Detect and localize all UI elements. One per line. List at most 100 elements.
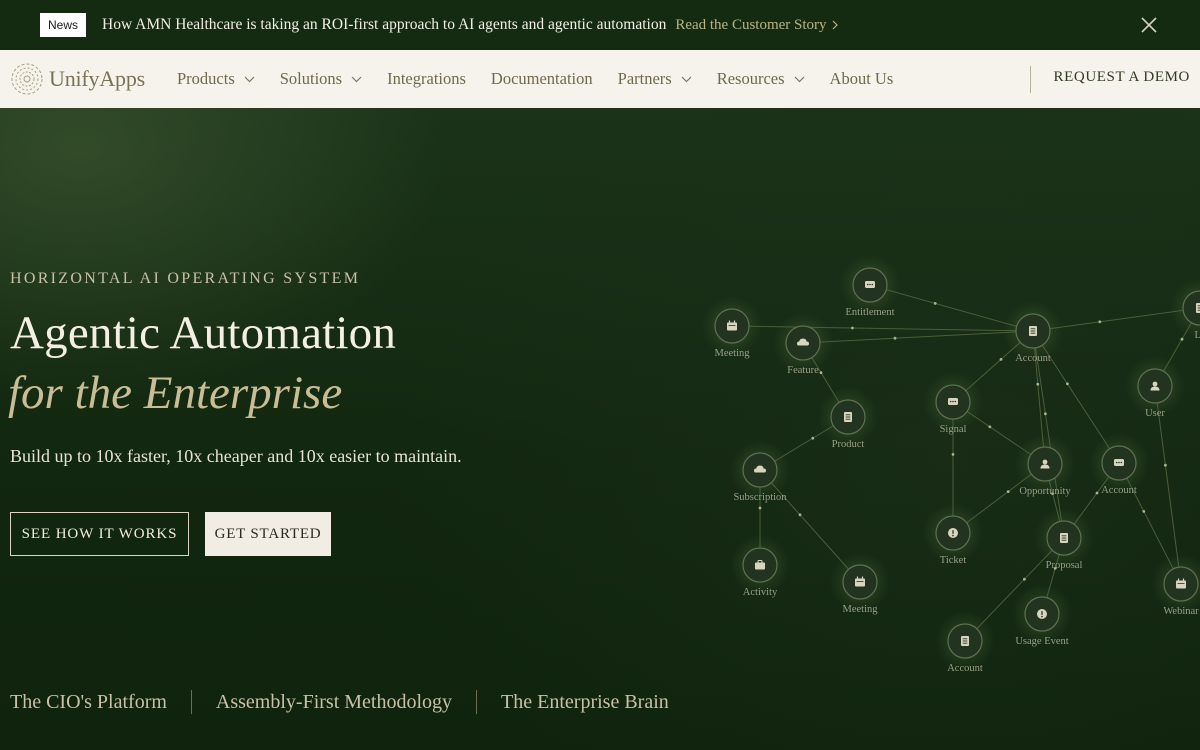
graph-node-user: User <box>1125 356 1185 419</box>
chevron-down-icon <box>681 76 692 82</box>
graph-node-label: Entitlement <box>846 307 895 318</box>
knowledge-graph: Entitlement Meeting Feature Account Le User Si… <box>702 255 1200 674</box>
nav-item-label: Products <box>176 69 235 88</box>
chat-icon <box>1114 459 1124 466</box>
feature-links: The CIO's Platform Assembly-First Method… <box>10 690 669 714</box>
nav-item-solutions[interactable]: Solutions <box>280 69 362 89</box>
news-headline[interactable]: How AMN Healthcare is taking an ROI-firs… <box>102 16 666 34</box>
main-navigation: UnifyApps Products Solutions Integration… <box>0 50 1200 108</box>
graph-node-label: Account <box>947 663 983 674</box>
graph-node-opportunity: Opportunity <box>1015 434 1075 497</box>
graph-edge-dot <box>1066 382 1069 386</box>
logo-spiral-icon <box>11 63 43 95</box>
graph-node-label: Account <box>1101 485 1137 496</box>
nav-divider <box>1030 66 1031 93</box>
nav-item-about-us[interactable]: About Us <box>830 69 894 89</box>
graph-edge <box>802 330 1034 344</box>
read-story-link[interactable]: Read the Customer Story <box>675 17 838 34</box>
nav-item-resources[interactable]: Resources <box>717 69 805 89</box>
alert-icon <box>1037 609 1047 619</box>
graph-node-proposal: Proposal <box>1034 508 1094 571</box>
nav-item-documentation[interactable]: Documentation <box>491 69 593 89</box>
graph-edge-dot <box>1036 382 1040 386</box>
chevron-right-icon <box>832 20 838 30</box>
request-demo-button[interactable]: REQUEST A DEMO <box>1054 69 1190 86</box>
graph-node-subscription: Subscription <box>730 440 790 503</box>
graph-edge-dot <box>851 326 854 330</box>
get-started-button[interactable]: GET STARTED <box>205 512 331 556</box>
graph-node-label: Ticket <box>940 555 967 566</box>
graph-edge-dot <box>1180 337 1184 341</box>
see-how-it-works-button[interactable]: SEE HOW IT WORKS <box>10 512 189 556</box>
cio-platform-link[interactable]: The CIO's Platform <box>10 691 167 714</box>
graph-node-label: Opportunity <box>1019 486 1071 497</box>
graph-node-webinar: Webinar <box>1151 554 1200 617</box>
nav-item-products[interactable]: Products <box>177 69 255 89</box>
graph-edge-dot <box>819 371 823 374</box>
nav-item-label: Resources <box>716 69 785 88</box>
graph-node-account: Account <box>1089 433 1149 496</box>
graph-node-label: Meeting <box>715 348 751 359</box>
news-banner: News How AMN Healthcare is taking an ROI… <box>0 0 1200 50</box>
link-divider <box>476 690 478 714</box>
graph-node-product: Product <box>818 387 878 450</box>
assembly-first-link[interactable]: Assembly-First Methodology <box>216 691 452 714</box>
graph-node-entitlement: Entitlement <box>840 255 900 318</box>
graph-edge-dot <box>811 436 815 440</box>
hero-section: Entitlement Meeting Feature Account Le User Si… <box>0 108 1200 750</box>
graph-edge-dot <box>951 453 955 456</box>
graph-node-le: Le <box>1170 278 1200 341</box>
logo-wordmark: UnifyApps <box>49 66 145 91</box>
nav-item-label: Integrations <box>387 69 466 88</box>
doc-icon <box>1060 533 1068 543</box>
graph-node-label: Usage Event <box>1015 636 1068 647</box>
graph-node-account: Account <box>1003 301 1063 364</box>
nav-item-label: Partners <box>617 69 672 88</box>
graph-node-label: Feature <box>787 365 819 376</box>
graph-node-label: Webinar <box>1163 606 1199 617</box>
graph-node-feature: Feature <box>773 313 833 376</box>
chat-icon <box>865 281 875 288</box>
doc-icon <box>961 636 969 646</box>
enterprise-brain-link[interactable]: The Enterprise Brain <box>501 691 669 714</box>
chevron-down-icon <box>351 76 362 82</box>
graph-node-label: Subscription <box>733 492 787 503</box>
read-story-label: Read the Customer Story <box>675 16 827 33</box>
nav-item-integrations[interactable]: Integrations <box>387 69 466 89</box>
graph-edge-dot <box>758 506 762 510</box>
graph-edge-dot <box>999 358 1003 361</box>
graph-node-label: Proposal <box>1046 560 1083 571</box>
graph-node-label: Signal <box>940 424 967 435</box>
chevron-down-icon <box>794 76 804 82</box>
graph-edge-dot <box>1044 412 1047 416</box>
doc-icon <box>1196 303 1200 313</box>
hero-eyebrow: HORIZONTAL AI OPERATING SYSTEM <box>10 270 361 287</box>
graph-edge-dot <box>1023 577 1026 581</box>
graph-node-label: Activity <box>743 587 778 598</box>
graph-node-label: Le <box>1194 330 1200 341</box>
graph-node-account: Account <box>935 611 995 674</box>
link-divider <box>190 690 192 714</box>
alert-icon <box>948 528 958 538</box>
graph-edge-dot <box>1164 463 1167 467</box>
graph-node-meeting: Meeting <box>830 552 890 615</box>
graph-node-label: User <box>1145 408 1165 419</box>
nav-item-partners[interactable]: Partners <box>618 69 692 89</box>
graph-node-usage-event: Usage Event <box>1012 584 1072 647</box>
graph-edge-dot <box>1095 491 1099 495</box>
hero-headline-italic: for the Enterprise <box>8 367 343 419</box>
hero-headline: Agentic Automation <box>10 307 397 359</box>
logo[interactable]: UnifyApps <box>10 62 145 96</box>
doc-icon <box>1029 326 1037 336</box>
graph-edge-dot <box>798 513 802 517</box>
graph-node-meeting: Meeting <box>702 296 762 359</box>
nav-item-label: Documentation <box>490 69 593 88</box>
doc-icon <box>844 412 852 422</box>
close-icon[interactable] <box>1140 16 1158 34</box>
graph-node-label: Account <box>1015 353 1051 364</box>
graph-node-activity: Activity <box>730 535 790 598</box>
graph-node-label: Meeting <box>843 604 879 615</box>
graph-edge-dot <box>893 336 897 340</box>
graph-edge-dot <box>1006 490 1010 493</box>
graph-edge-dot <box>933 302 937 305</box>
